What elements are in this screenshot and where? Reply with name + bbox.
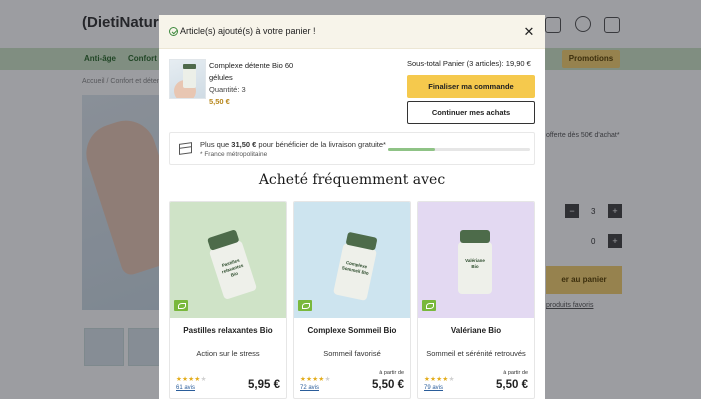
check-circle-icon	[169, 27, 178, 36]
product-name[interactable]: Valériane Bio	[418, 326, 534, 335]
continue-shopping-button[interactable]: Continuer mes achats	[407, 101, 535, 124]
bio-leaf-icon	[298, 300, 312, 311]
cart-item-image	[169, 59, 206, 99]
free-shipping-text: Plus que 31,50 € pour bénéficier de la l…	[200, 140, 386, 149]
product-price: 5,95 €	[248, 379, 280, 391]
product-jar: Complexe Sommeil Bio	[332, 243, 378, 301]
product-card[interactable]: Complexe Sommeil Bio Complexe Sommeil Bio…	[293, 201, 411, 399]
modal-header: Article(s) ajouté(s) à votre panier ! ✕	[159, 15, 545, 49]
product-jar: Pastilles relaxantes Bio	[208, 240, 258, 300]
product-description: Sommeil favorisé	[323, 349, 381, 358]
remaining-amount: 31,50 €	[231, 140, 257, 149]
star-icon: ★	[200, 376, 207, 383]
product-image[interactable]: Pastilles relaxantes Bio	[170, 202, 286, 318]
product-price: 5,50 €	[372, 379, 404, 391]
product-rating: ★★★★★	[176, 375, 207, 383]
section-title: Acheté fréquemment avec	[258, 172, 446, 188]
product-card[interactable]: Valériane Bio Valériane Bio Sommeil et sér…	[417, 201, 535, 399]
star-icon: ★	[324, 376, 331, 383]
free-shipping-progress	[388, 148, 530, 151]
product-name[interactable]: Pastilles relaxantes Bio	[170, 326, 286, 335]
price-from-label: à partir de	[503, 370, 528, 376]
product-description: Sommeil et sérénité retrouvés	[426, 349, 526, 358]
reviews-link[interactable]: 61 avis	[176, 385, 195, 391]
product-rating: ★★★★★	[300, 375, 331, 383]
shipping-note: * France métropolitaine	[200, 151, 268, 158]
reviews-link[interactable]: 79 avis	[424, 385, 443, 391]
product-card[interactable]: Pastilles relaxantes Bio Pastilles relaxa…	[169, 201, 287, 399]
bio-leaf-icon	[174, 300, 188, 311]
product-image[interactable]: Valériane Bio	[418, 202, 534, 318]
checkout-button[interactable]: Finaliser ma commande	[407, 75, 535, 98]
product-price: 5,50 €	[496, 379, 528, 391]
modal-title: Article(s) ajouté(s) à votre panier !	[180, 26, 316, 36]
star-icon: ★	[448, 376, 455, 383]
cart-added-modal: Article(s) ajouté(s) à votre panier ! ✕ …	[159, 15, 545, 399]
product-image[interactable]: Complexe Sommeil Bio	[294, 202, 410, 318]
progress-fill	[388, 148, 435, 151]
product-name[interactable]: Complexe Sommeil Bio	[294, 326, 410, 335]
bio-leaf-icon	[422, 300, 436, 311]
product-rating: ★★★★★	[424, 375, 455, 383]
cart-item-price: 5,50 €	[209, 97, 230, 106]
cart-item-name[interactable]: Complexe détente Bio 60 gélules	[209, 60, 319, 84]
free-shipping-banner: Plus que 31,50 € pour bénéficier de la l…	[169, 132, 535, 165]
box-icon	[179, 142, 192, 155]
product-jar: Valériane Bio	[458, 230, 492, 294]
cart-subtotal: Sous-total Panier (3 articles): 19,90 €	[407, 59, 531, 68]
product-description: Action sur le stress	[196, 349, 260, 358]
price-from-label: à partir de	[379, 370, 404, 376]
cart-item-quantity: Quantité: 3	[209, 85, 246, 94]
close-button[interactable]: ✕	[520, 23, 538, 41]
reviews-link[interactable]: 72 avis	[300, 385, 319, 391]
